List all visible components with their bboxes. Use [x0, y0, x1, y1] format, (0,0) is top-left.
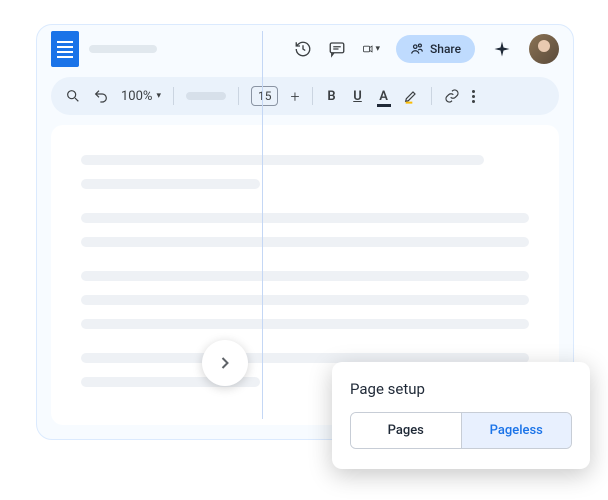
underline-button[interactable]: U	[351, 89, 365, 104]
text-color-button[interactable]: A	[377, 89, 391, 104]
text-placeholder	[81, 295, 529, 305]
header-bar: ▾ Share	[37, 25, 573, 73]
separator	[312, 87, 313, 105]
comment-icon[interactable]	[328, 40, 346, 58]
zoom-select[interactable]: 100% ▾	[121, 89, 161, 104]
more-options-button[interactable]	[472, 90, 475, 103]
pages-option[interactable]: Pages	[351, 413, 461, 448]
share-label: Share	[430, 42, 461, 56]
page-divider-handle[interactable]	[202, 340, 248, 386]
share-button[interactable]: Share	[396, 35, 475, 63]
document-title-placeholder[interactable]	[89, 45, 157, 53]
text-placeholder	[81, 271, 529, 281]
text-placeholder	[81, 319, 529, 329]
increase-font-size-button[interactable]: +	[290, 87, 299, 106]
text-placeholder	[81, 237, 529, 247]
docs-logo-icon[interactable]	[51, 31, 79, 67]
bold-button[interactable]: B	[325, 89, 339, 104]
font-size-value: 15	[258, 89, 272, 103]
separator	[173, 87, 174, 105]
zoom-value: 100%	[121, 89, 152, 104]
search-icon[interactable]	[65, 88, 81, 104]
text-placeholder	[81, 179, 260, 189]
text-placeholder	[81, 213, 529, 223]
pageless-option[interactable]: Pageless	[461, 413, 572, 448]
separator	[431, 87, 432, 105]
text-placeholder	[81, 155, 484, 165]
toolbar: 100% ▾ 15 + B U A	[51, 77, 559, 115]
gemini-icon[interactable]	[491, 38, 513, 60]
chevron-down-icon: ▾	[156, 91, 161, 101]
history-icon[interactable]	[294, 40, 312, 58]
page-setup-popover: Page setup Pages Pageless	[332, 362, 590, 469]
page-setup-segmented: Pages Pageless	[350, 412, 572, 449]
meet-icon[interactable]: ▾	[362, 40, 380, 58]
page-divider-line	[262, 31, 263, 419]
separator	[238, 87, 239, 105]
style-select-placeholder[interactable]	[186, 92, 226, 100]
chevron-right-icon	[215, 353, 235, 373]
header-actions: ▾ Share	[294, 34, 559, 64]
highlight-button[interactable]	[403, 88, 419, 104]
popover-title: Page setup	[350, 380, 572, 398]
avatar[interactable]	[529, 34, 559, 64]
undo-icon[interactable]	[93, 88, 109, 104]
insert-link-button[interactable]	[444, 88, 460, 104]
font-size-input[interactable]: 15	[251, 86, 279, 106]
